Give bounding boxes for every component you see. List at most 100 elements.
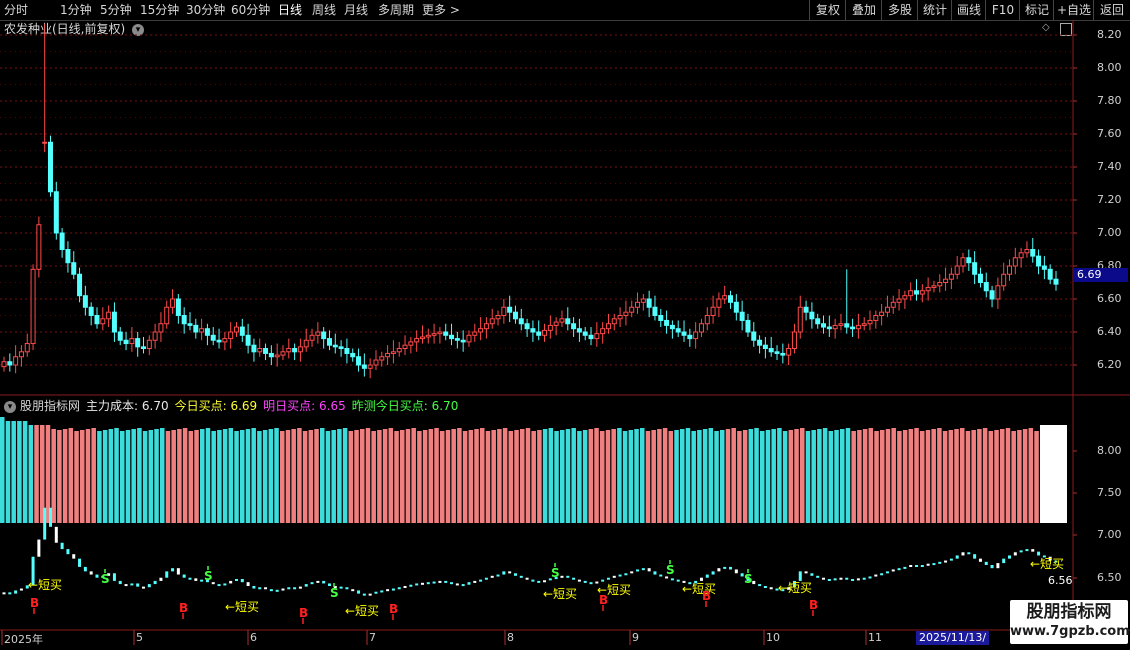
indicator-bar	[205, 428, 211, 523]
period-fenshi[interactable]: 分时	[4, 0, 28, 20]
candle-body	[908, 290, 914, 297]
indicator-bar	[948, 430, 954, 523]
candle-body	[472, 331, 478, 336]
indicator-bar	[811, 430, 816, 523]
short-buy-label: ←短买	[28, 578, 62, 592]
period-monthly[interactable]: 月线	[344, 0, 368, 20]
add-watchlist-button[interactable]: +自选	[1053, 0, 1094, 20]
chevron-down-icon[interactable]: ▾	[132, 23, 145, 36]
price-tick-label: 7.00	[1097, 226, 1122, 239]
candle-body	[286, 348, 292, 353]
candle-body	[542, 329, 548, 336]
indicator-bar	[628, 430, 634, 523]
period-60min[interactable]: 60分钟	[231, 0, 270, 20]
chart-title-row: 农发种业(日线,前复权) ▾	[4, 21, 145, 37]
period-1min[interactable]: 1分钟	[60, 0, 92, 20]
indicator-bar	[520, 429, 525, 523]
indicator-mini-candle	[1002, 558, 1006, 564]
candle-body	[449, 334, 455, 340]
indicator-mini-candle	[949, 558, 953, 561]
indicator-bar	[908, 429, 914, 523]
indicator-bar	[411, 428, 416, 523]
period-more[interactable]: 更多 >	[422, 0, 460, 20]
indicator-mini-candle	[612, 575, 616, 578]
indicator-bar	[440, 431, 445, 523]
indicator-bar	[400, 430, 405, 523]
candle-body	[698, 323, 704, 333]
draw-line-button[interactable]: 画线	[951, 0, 986, 20]
candle-body	[733, 301, 739, 313]
period-5min[interactable]: 5分钟	[100, 0, 132, 20]
period-30min[interactable]: 30分钟	[186, 0, 225, 20]
indicator-menu-icon[interactable]: ▾	[4, 400, 16, 413]
window-toggle-icon[interactable]	[1060, 23, 1072, 36]
period-daily[interactable]: 日线	[278, 0, 302, 20]
multi-stock-button[interactable]: 多股	[881, 0, 918, 20]
back-button[interactable]: 返回	[1093, 0, 1130, 20]
indicator-bar	[188, 431, 194, 523]
candle-body	[1, 361, 7, 368]
indicator-bar	[1005, 428, 1011, 523]
indicator-bar	[165, 431, 171, 523]
indicator-bar	[222, 429, 228, 523]
indicator-bar	[942, 431, 948, 523]
indicator-bar	[388, 428, 394, 523]
period-multi[interactable]: 多周期	[378, 0, 414, 20]
candle-body	[1030, 249, 1036, 257]
period-15min[interactable]: 15分钟	[140, 0, 179, 20]
candle-body	[931, 285, 937, 288]
f10-button[interactable]: F10	[985, 0, 1020, 20]
indicator-bar	[565, 429, 571, 523]
indicator-bar	[880, 430, 885, 523]
indicator-bar	[817, 429, 822, 523]
indicator-mini-candle	[316, 580, 320, 583]
indicator-tick-label: 8.00	[1097, 444, 1122, 457]
candle-body	[315, 331, 321, 336]
indicator-mini-candle	[165, 571, 169, 578]
statistics-button[interactable]: 统计	[917, 0, 952, 20]
candle-body	[170, 298, 176, 308]
price-tick-label: 7.40	[1097, 160, 1122, 173]
price-tick-label: 6.40	[1097, 325, 1122, 338]
indicator-bar	[828, 431, 834, 523]
indicator-mini-candle	[699, 577, 703, 581]
current-price-tag: 6.69	[1074, 268, 1128, 282]
indicator-mini-candle	[281, 588, 285, 591]
candle-body	[518, 318, 524, 325]
indicator-mini-candle	[66, 549, 70, 555]
indicator-bar	[834, 430, 839, 523]
candle-body	[123, 339, 129, 345]
indicator-bar	[931, 429, 936, 523]
candle-body	[745, 319, 751, 333]
indicator-bar	[702, 429, 708, 523]
period-weekly[interactable]: 周线	[312, 0, 336, 20]
indicator-bar	[857, 430, 862, 523]
cursor-date-tag: 2025/11/13/	[916, 631, 990, 645]
indicator-mini-candle	[432, 581, 436, 584]
short-buy-label: ←短买	[597, 583, 631, 597]
fuquan-button[interactable]: 复权	[809, 0, 846, 20]
diamond-icon[interactable]: ◇	[1042, 23, 1052, 33]
indicator-bar	[200, 429, 205, 523]
indicator-bar	[737, 431, 742, 523]
candle-body	[547, 324, 553, 331]
indicator-bar	[291, 429, 296, 523]
indicator-mini-candle	[746, 576, 750, 581]
overlay-button[interactable]: 叠加	[845, 0, 882, 20]
candle-body	[600, 328, 606, 335]
indicator-bar	[571, 428, 576, 523]
indicator-mini-candle	[386, 589, 390, 592]
b-marker: B	[599, 593, 608, 607]
indicator-bar	[502, 428, 508, 523]
mark-button[interactable]: 标记	[1019, 0, 1054, 20]
indicator-bar	[217, 430, 222, 523]
indicator-bar	[245, 429, 251, 523]
indicator-mini-candle	[624, 573, 628, 576]
candle-body	[1053, 278, 1059, 285]
indicator-mini-candle	[25, 585, 29, 589]
candle-body	[501, 306, 507, 316]
candle-body	[925, 286, 931, 292]
indicator-bar	[142, 431, 148, 523]
candle-body	[309, 334, 315, 341]
indicator-bar	[914, 428, 919, 523]
